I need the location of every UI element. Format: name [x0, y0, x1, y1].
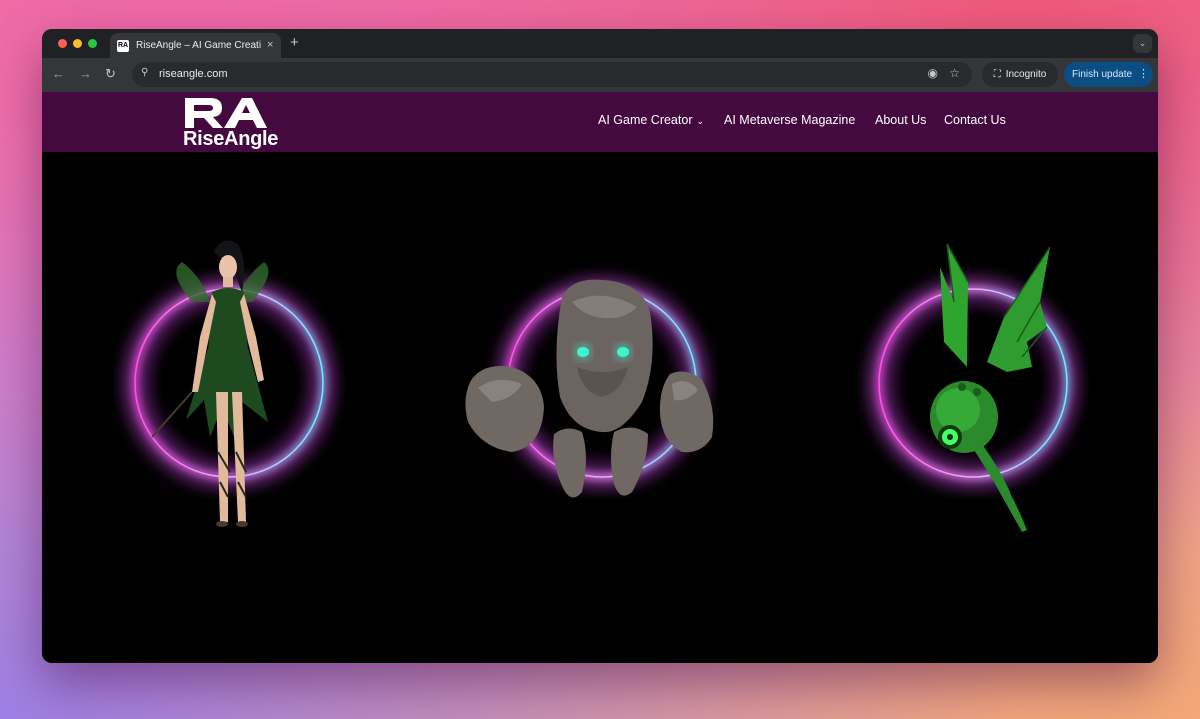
close-window-button[interactable] — [58, 39, 67, 48]
incognito-label: Incognito — [1005, 69, 1047, 80]
site-logo[interactable]: RA RiseAngle — [182, 95, 278, 150]
tab-search-button[interactable]: ⌄ — [1133, 34, 1152, 53]
finish-update-label: Finish update — [1072, 69, 1133, 80]
browser-tab[interactable]: RA RiseAngle – AI Game Creation × — [110, 33, 281, 58]
site-header: RA RiseAngle AI Game Creator⌄ AI Metaver… — [42, 92, 1158, 152]
hero-stage — [42, 152, 1158, 663]
finish-update-button[interactable]: Finish update ⋮ — [1064, 62, 1153, 87]
tab-close-icon[interactable]: × — [267, 40, 273, 51]
tab-strip: RA RiseAngle – AI Game Creation × + ⌄ — [42, 29, 1158, 58]
more-menu-icon[interactable]: ⋮ — [1138, 69, 1149, 80]
back-button[interactable]: ← — [52, 67, 65, 80]
url-text[interactable]: riseangle.com — [159, 68, 227, 80]
new-tab-button[interactable]: + — [290, 35, 299, 50]
eye-off-icon[interactable]: ◉ — [928, 67, 938, 79]
hero-art — [109, 240, 1093, 532]
logo-text: RiseAngle — [183, 128, 279, 150]
bookmark-star-icon[interactable]: ☆ — [949, 67, 960, 79]
nav-about-us[interactable]: About Us — [875, 113, 926, 127]
incognito-icon: ⛶ — [993, 69, 1001, 80]
main-nav: AI Game Creator ⌄ AI Metaverse Magazine A… — [598, 113, 1158, 131]
nav-contact-us[interactable]: Contact Us — [944, 113, 1006, 127]
tab-title: RiseAngle – AI Game Creation — [136, 40, 261, 51]
logo-mark-icon: RA — [185, 98, 267, 128]
favicon-icon: RA — [117, 39, 129, 52]
minimize-window-button[interactable] — [73, 39, 82, 48]
incognito-badge[interactable]: ⛶ Incognito — [982, 62, 1058, 87]
nav-ai-game-creator[interactable]: AI Game Creator ⌄ — [598, 113, 704, 127]
nav-ai-game-creator-label: AI Game Creator — [598, 113, 693, 127]
site-info-icon[interactable]: ⚲ — [141, 68, 148, 78]
nav-ai-metaverse-magazine[interactable]: AI Metaverse Magazine — [724, 113, 855, 127]
address-bar[interactable]: ⚲ riseangle.com ◉ ☆ — [132, 62, 972, 87]
forward-button[interactable]: → — [79, 67, 92, 80]
browser-window: RA RiseAngle – AI Game Creation × + ⌄ ← … — [42, 29, 1158, 663]
reload-button[interactable]: ↻ — [105, 67, 116, 80]
browser-toolbar: ← → ↻ ⚲ riseangle.com ◉ ☆ ⛶ Incognito Fi… — [42, 58, 1158, 92]
maximize-window-button[interactable] — [88, 39, 97, 48]
chevron-down-icon: ⌄ — [696, 116, 705, 126]
